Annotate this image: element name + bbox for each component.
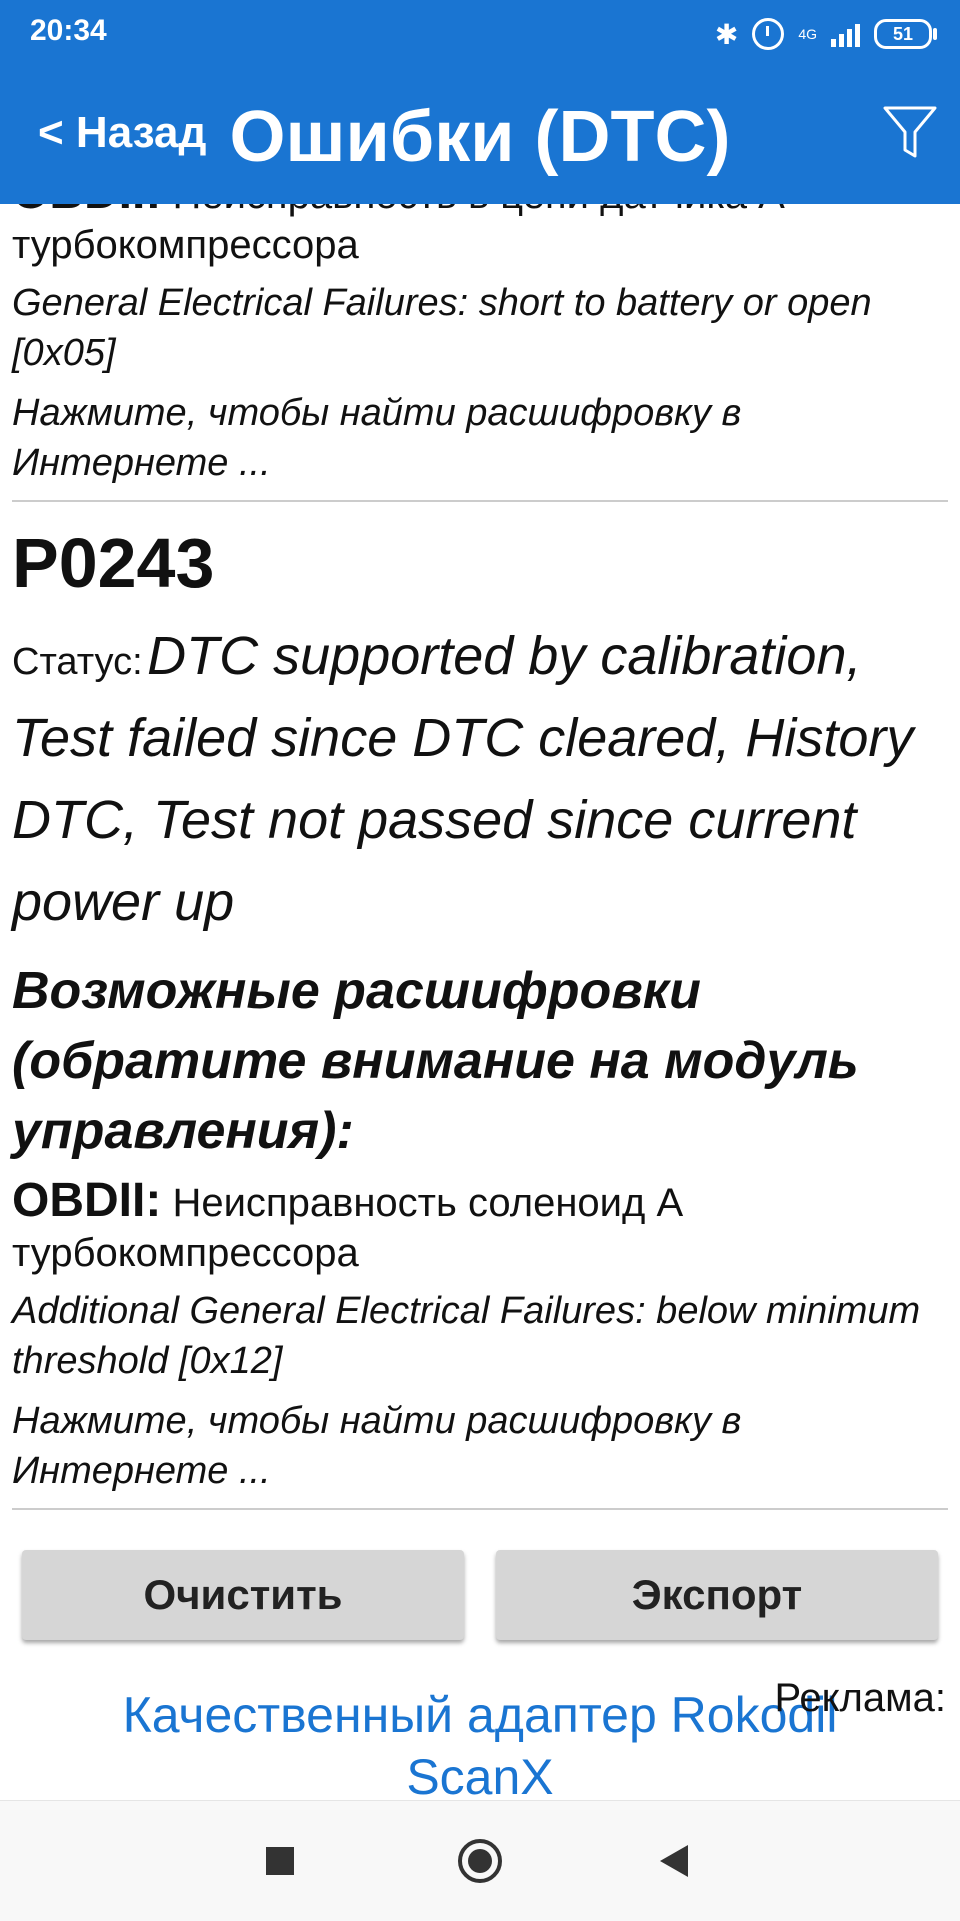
bluetooth-icon: ✱: [714, 18, 739, 50]
alarm-icon: [752, 18, 785, 50]
obd-description: OBDII: Неисправность в цепи датчика A ту…: [12, 204, 948, 270]
dtc-code: P0243: [12, 524, 215, 602]
action-buttons: Очистить Экспорт: [0, 1550, 960, 1650]
dtc-status: Статус: DTC supported by calibration, Te…: [12, 622, 948, 950]
export-button[interactable]: Экспорт: [496, 1550, 938, 1640]
page-title: Ошибки (DTC): [229, 97, 731, 177]
app-header: 20:34 ✱ 4G 51 < Назад Ошибки (DTC): [0, 0, 960, 204]
obd-label: OBDII:: [12, 1174, 162, 1227]
status-time: 20:34: [30, 14, 107, 47]
ad-label: Реклама:: [774, 1676, 946, 1720]
search-online-link[interactable]: Нажмите, чтобы найти расшифровку в Интер…: [12, 388, 948, 488]
network-type: 4G: [798, 26, 817, 42]
signal-icon: [831, 21, 860, 47]
battery-icon: 51: [874, 19, 937, 49]
ad-banner: Качественный адаптер Rokodil ScanX Рекла…: [0, 1676, 960, 1799]
status-label: Статус:: [12, 641, 143, 683]
obd-label: OBDII:: [12, 204, 161, 219]
filter-icon[interactable]: [882, 104, 938, 162]
status-icons: ✱ 4G 51: [714, 14, 937, 54]
dtc-list[interactable]: OBDII: Неисправность в цепи датчика A ту…: [0, 204, 960, 1799]
obd-description: OBDII: Неисправность соленоид A турбоком…: [12, 1176, 948, 1278]
recents-icon[interactable]: [266, 1847, 294, 1875]
clear-button[interactable]: Очистить: [22, 1550, 464, 1640]
possible-decodings-heading: Возможные расшифровки (обратите внимание…: [12, 962, 859, 1160]
status-value: DTC supported by calibration, Test faile…: [12, 626, 914, 932]
dtc-entry: OBDII: Неисправность в цепи датчика A ту…: [12, 204, 948, 502]
failure-type: Additional General Electrical Failures: …: [12, 1290, 921, 1382]
system-nav-bar: [0, 1800, 960, 1921]
home-icon[interactable]: [458, 1839, 502, 1883]
search-online-link[interactable]: Нажмите, чтобы найти расшифровку в Интер…: [12, 1396, 948, 1496]
failure-type: General Electrical Failures: short to ba…: [12, 282, 872, 374]
back-icon[interactable]: [660, 1845, 688, 1877]
dtc-entry: OBDII: Неисправность соленоид A турбоком…: [12, 1176, 948, 1510]
